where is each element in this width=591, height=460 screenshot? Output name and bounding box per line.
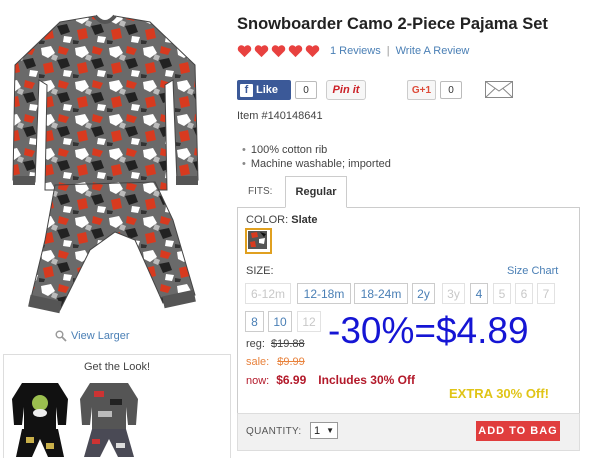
size-option-12: 12	[297, 311, 321, 332]
quantity-value: 1	[314, 424, 321, 437]
color-label-text: COLOR:	[246, 214, 289, 226]
magnifier-icon	[55, 330, 67, 342]
tab-regular[interactable]: Regular	[285, 176, 347, 208]
facebook-icon: f	[240, 83, 253, 97]
size-option-18-24m[interactable]: 18-24m	[354, 283, 408, 304]
product-title: Snowboarder Camo 2-Piece Pajama Set	[237, 15, 548, 33]
sale-price-row: sale: $9.99	[246, 356, 305, 368]
size-label: SIZE:	[246, 265, 274, 277]
reviews-links: 1 Reviews | Write A Review	[330, 45, 469, 57]
size-option-12-18m[interactable]: 12-18m	[297, 283, 351, 304]
envelope-icon[interactable]	[485, 81, 513, 98]
add-to-bag-button[interactable]: ADD TO BAG	[476, 421, 560, 441]
feature-item: Machine washable; imported	[242, 157, 391, 171]
regular-price-value: $19.88	[270, 338, 305, 350]
size-option-3y: 3y	[442, 283, 465, 304]
color-label: COLOR: Slate	[246, 214, 318, 226]
now-price-value: $6.99	[276, 373, 307, 387]
view-larger-link[interactable]: View Larger	[55, 330, 130, 342]
reviews-link[interactable]: 1 Reviews	[330, 45, 381, 57]
size-option-6: 6	[515, 283, 533, 304]
size-option-7: 7	[537, 283, 555, 304]
heart-icon	[288, 45, 303, 58]
get-the-look-panel: Get the Look!	[3, 354, 231, 458]
view-larger-label: View Larger	[71, 330, 130, 342]
color-swatch-slate[interactable]	[245, 228, 272, 254]
pinterest-pin-button[interactable]: Pin it	[326, 80, 366, 100]
heart-icon	[305, 45, 320, 58]
regular-price-label: reg:	[246, 338, 265, 350]
promo-price-overlay: -30%=$4.89	[328, 310, 529, 351]
discount-note: Includes 30% Off	[318, 373, 415, 387]
fits-label: FITS:	[248, 186, 273, 197]
size-option-6-12m: 6-12m	[245, 283, 291, 304]
google-plus-button[interactable]: G+1	[407, 80, 436, 100]
size-option-5: 5	[493, 283, 511, 304]
product-image[interactable]	[5, 10, 205, 325]
regular-price-row: reg: $19.88	[246, 338, 305, 350]
item-number: Item #140148641	[237, 110, 323, 122]
quantity-select[interactable]: 1 ▼	[310, 422, 338, 439]
look-item-thumbnail-1[interactable]	[10, 379, 70, 459]
sale-price-value: $9.99	[277, 356, 305, 368]
chevron-down-icon: ▼	[326, 426, 334, 435]
swatch-thumbnail	[248, 231, 267, 249]
write-review-link[interactable]: Write A Review	[396, 45, 470, 57]
size-option-4[interactable]: 4	[470, 283, 488, 304]
facebook-like-button[interactable]: f Like	[237, 80, 291, 100]
feature-list: 100% cotton rib Machine washable; import…	[242, 143, 391, 171]
facebook-like-count: 0	[295, 81, 317, 99]
size-option-8[interactable]: 8	[245, 311, 264, 332]
heart-icon	[271, 45, 286, 58]
extra-discount-badge: EXTRA 30% Off!	[449, 386, 549, 401]
google-plus-count: 0	[440, 81, 462, 99]
separator: |	[386, 45, 390, 57]
heart-icon	[254, 45, 269, 58]
sale-price-label: sale:	[246, 356, 270, 368]
facebook-like-label: Like	[256, 84, 279, 96]
quantity-label: QUANTITY:	[246, 426, 302, 437]
now-price-row: now: $6.99 Includes 30% Off	[246, 373, 415, 387]
heart-icon	[237, 45, 252, 58]
feature-item: 100% cotton rib	[242, 143, 391, 157]
size-option-10[interactable]: 10	[268, 311, 292, 332]
size-option-2y[interactable]: 2y	[412, 283, 435, 304]
size-chart-link[interactable]: Size Chart	[507, 265, 558, 277]
rating-hearts	[237, 44, 320, 58]
now-price-label: now:	[246, 375, 270, 387]
get-the-look-title: Get the Look!	[83, 361, 151, 373]
color-value: Slate	[291, 214, 318, 226]
look-item-thumbnail-2[interactable]	[78, 381, 140, 459]
